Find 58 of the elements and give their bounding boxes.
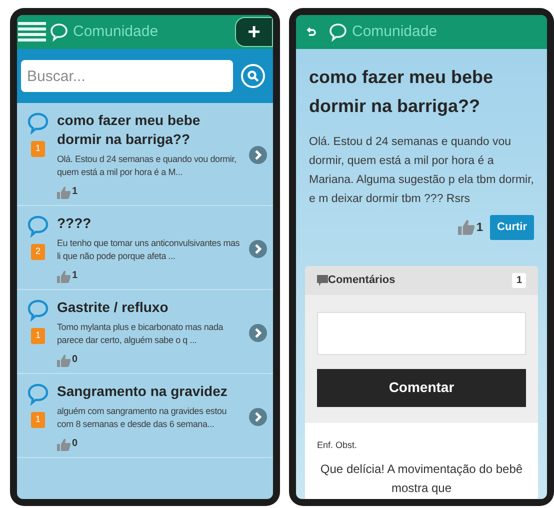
post-item[interactable]: 2 ???? Eu tenho que tomar uns anticonvulsivantes mas li que não pode porque afeta ... 1 [17, 206, 273, 290]
comment-button[interactable]: Comentar [317, 368, 526, 406]
post-title: ???? [57, 214, 92, 233]
thumbs-up-icon [57, 186, 71, 199]
like-count: 1 [72, 185, 78, 199]
search-button[interactable] [241, 64, 265, 88]
chevron-right-icon [254, 150, 262, 160]
post-excerpt: alguém com sangramento na gravides estou com 8 semanas e desde das 6 semana... [57, 405, 228, 431]
thumbs-up-icon [458, 219, 476, 236]
like-button[interactable]: Curtir [490, 215, 534, 240]
like-count: 0 [72, 437, 78, 451]
post-title: Sangramento na gravidez [57, 382, 228, 401]
chevron-right-icon [254, 244, 262, 254]
chevron-right-icon [254, 328, 262, 338]
comment-field[interactable] [317, 312, 526, 354]
back-icon[interactable] [306, 27, 316, 37]
like-count: 0 [72, 353, 78, 367]
add-button[interactable]: + [235, 17, 273, 47]
chevron-right-icon [254, 412, 262, 422]
chevron-button[interactable] [249, 240, 267, 258]
count-badge: 1 [31, 328, 45, 344]
thumbs-up-icon [57, 438, 71, 451]
like-count: 1 [72, 269, 78, 283]
chevron-button[interactable] [249, 146, 267, 164]
chevron-button[interactable] [249, 408, 267, 426]
post-body: Olá. Estou d 24 semanas e quando vou dormir, quem está a mil por hora é a Mariana. Alguma sugestão p ela tbm dormir, e m deixar dormir tbm ??? Rsrs [309, 135, 534, 207]
speech-bubble-icon [26, 382, 50, 406]
speech-bubble-icon [49, 22, 69, 42]
speech-bubble-icon [26, 111, 50, 135]
like-count: 1 [476, 219, 484, 236]
post-item[interactable]: 1 como fazer meu bebe dormir na barriga?? Olá. Estou d 24 semanas e quando vou dormir, quem está a mil por hora é a M... 1 [17, 103, 273, 206]
post-title: como fazer meu bebe dormir na barriga?? [57, 111, 202, 149]
header-title: Comunidade [73, 22, 158, 42]
count-badge: 1 [31, 412, 45, 428]
speech-bubble-icon [328, 22, 348, 42]
post-item[interactable]: 1 Gastrite / refluxo Tomo mylanta plus e bicarbonato mas nada parece dar certo, alguém sabe o q ... 0 [17, 290, 273, 374]
speech-bubble-icon [26, 298, 50, 322]
comment-icon [317, 274, 328, 286]
thumbs-up-icon [57, 354, 71, 367]
search-icon [247, 70, 259, 82]
post-item[interactable]: 1 Sangramento na gravidez alguém com sangramento na gravides estou com 8 semanas e desde das 6 semana... 0 [17, 374, 273, 458]
post-excerpt: Tomo mylanta plus e bicarbonato mas nada parece dar certo, alguém sabe o q ... [57, 321, 224, 347]
panel-title: Comentários [328, 272, 396, 288]
post-title: como fazer meu bebe dormir na barriga?? [309, 66, 494, 118]
post-excerpt: Olá. Estou d 24 semanas e quando vou dormir, quem está a mil por hora é a M... [57, 153, 238, 179]
count-badge: 1 [31, 141, 45, 157]
comment-author: Enf. Obst. [317, 438, 358, 452]
thumbs-up-icon [57, 270, 71, 283]
post-excerpt: Eu tenho que tomar uns anticonvulsivantes mas li que não pode porque afeta ... [57, 237, 241, 263]
count-badge: 1 [512, 272, 526, 288]
speech-bubble-icon [26, 214, 50, 238]
comment-text: Que delícia! A movimentação do bebê mostra que [319, 461, 524, 497]
header-title: Comunidade [352, 22, 438, 42]
chevron-button[interactable] [249, 324, 267, 342]
menu-icon[interactable] [18, 22, 46, 42]
post-title: Gastrite / refluxo [57, 298, 170, 317]
count-badge: 2 [31, 244, 45, 260]
search-field[interactable]: Buscar... [21, 60, 233, 92]
